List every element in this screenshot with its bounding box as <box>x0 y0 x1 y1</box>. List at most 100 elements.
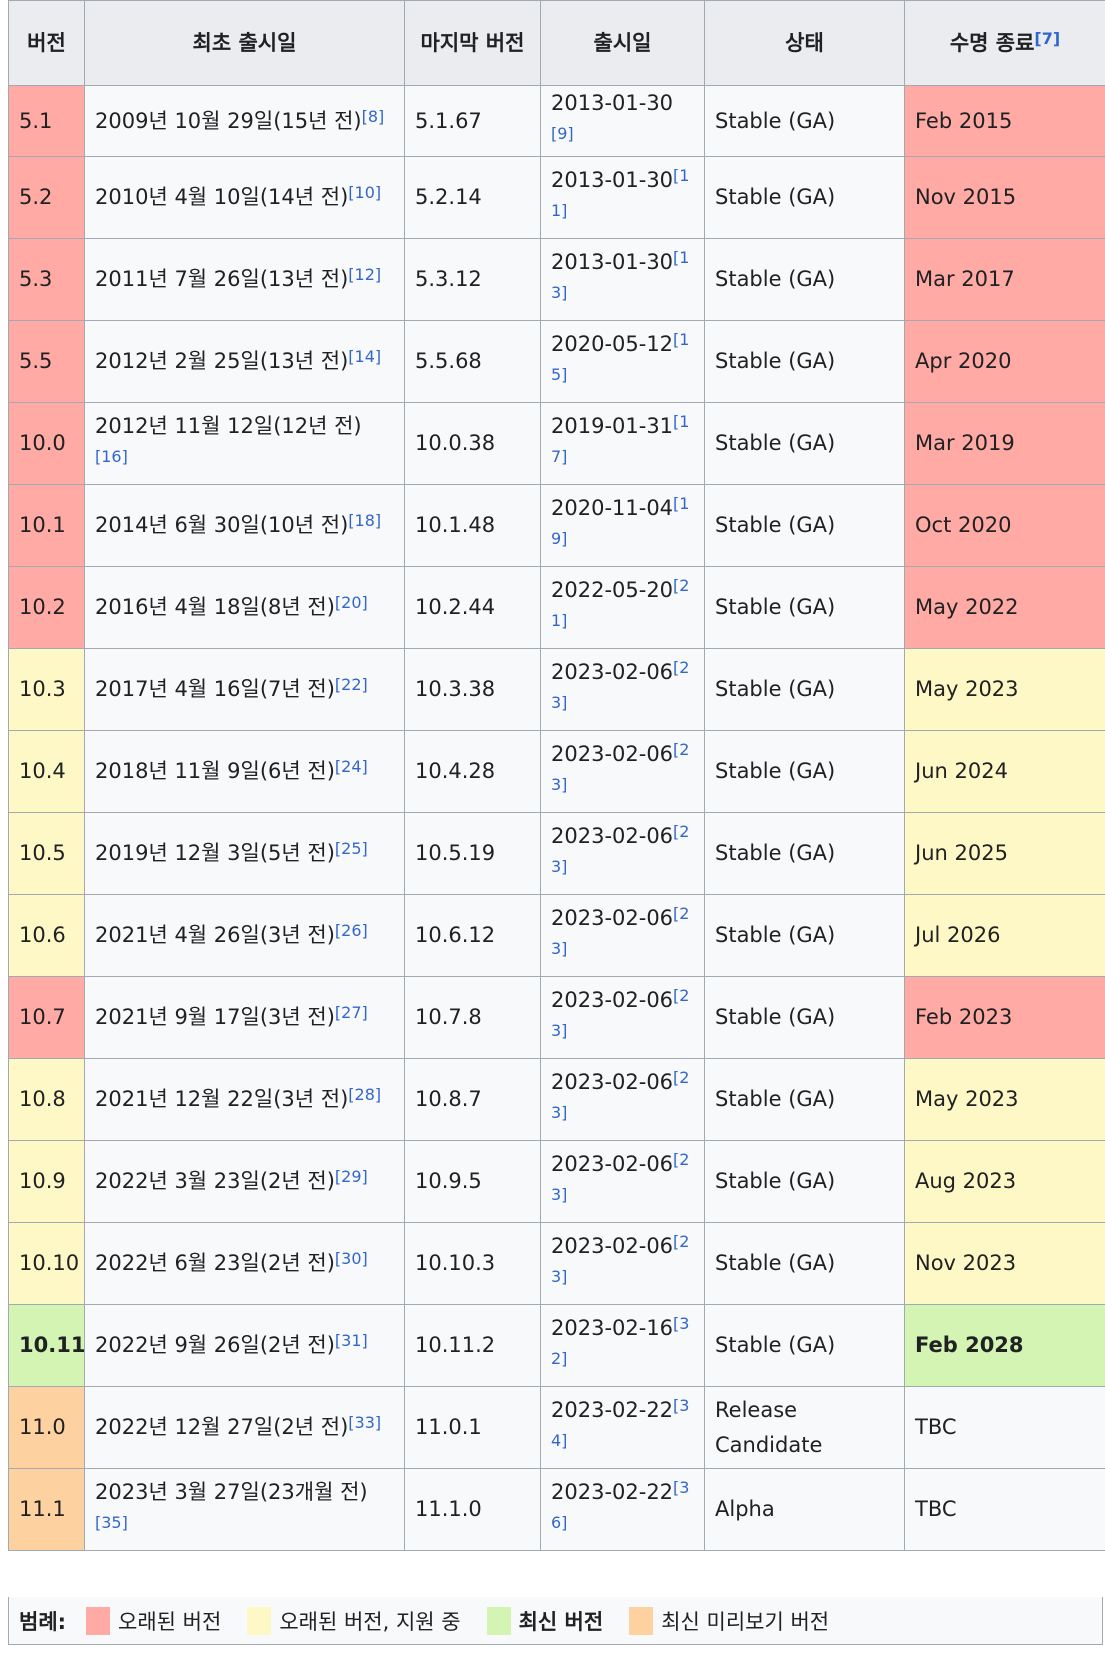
cell-release-date: 2023-02-06[23] <box>540 976 705 1059</box>
citation-link[interactable]: [30] <box>335 1249 368 1268</box>
citation-link[interactable]: [33] <box>348 1413 381 1432</box>
table-row: 10.2 2016년 4월 18일(8년 전)[20] 10.2.44 2022-05… <box>8 566 1105 649</box>
cell-release-date: 2023-02-16[32] <box>540 1304 705 1387</box>
initial-release-text: 2022년 12월 27일(2년 전) <box>95 1415 349 1439</box>
release-date-text: 2023-02-06 <box>551 987 674 1012</box>
cell-eol: Feb 2015 <box>904 85 1105 157</box>
citation-link[interactable]: [18] <box>348 511 381 530</box>
citation-link[interactable]: [8] <box>362 107 385 126</box>
release-date-text: 2023-02-16 <box>551 1315 674 1340</box>
table-row: 10.0 2012년 11월 12일(12년 전)[16] 10.0.38 2019-… <box>8 402 1105 485</box>
citation-link[interactable]: [28] <box>348 1085 381 1104</box>
table-row: 10.3 2017년 4월 16일(7년 전)[22] 10.3.38 2023-02… <box>8 648 1105 731</box>
cell-version: 5.1 <box>8 85 85 157</box>
citation-link[interactable]: [9] <box>551 124 574 143</box>
cell-release-date: 2023-02-06[23] <box>540 648 705 731</box>
cell-status: Stable (GA) <box>704 85 905 157</box>
table-row: 10.4 2018년 11월 9일(6년 전)[24] 10.4.28 2023-02… <box>8 730 1105 813</box>
header-initial-release[interactable]: 최초 출시일 <box>84 0 405 86</box>
cell-initial-release: 2022년 3월 23일(2년 전)[29] <box>84 1140 405 1223</box>
cell-initial-release: 2021년 4월 26일(3년 전)[26] <box>84 894 405 977</box>
release-date-text: 2020-11-04 <box>551 495 674 520</box>
table-row: 10.11 2022년 9월 26일(2년 전)[31] 10.11.2 2023-0… <box>8 1304 1105 1387</box>
citation-link[interactable]: [16] <box>95 447 128 466</box>
cell-release-date: 2023-02-22[34] <box>540 1386 705 1469</box>
cell-eol: Jul 2026 <box>904 894 1105 977</box>
citation-link[interactable]: [26] <box>335 921 368 940</box>
cell-eol: Jun 2025 <box>904 812 1105 895</box>
cell-version: 10.8 <box>8 1058 85 1141</box>
legend-item-supported: 오래된 버전, 지원 중 <box>247 1606 461 1636</box>
cell-eol: Mar 2017 <box>904 238 1105 321</box>
initial-release-text: 2021년 12월 22일(3년 전) <box>95 1087 349 1111</box>
cell-initial-release: 2012년 11월 12일(12년 전) [16] <box>84 402 405 485</box>
legend-swatch-current <box>486 1606 511 1635</box>
table-row: 10.7 2021년 9월 17일(3년 전)[27] 10.7.8 2023-02-… <box>8 976 1105 1059</box>
cell-status: Stable (GA) <box>704 1222 905 1305</box>
initial-release-text: 2019년 12월 3일(5년 전) <box>95 841 335 865</box>
citation-link[interactable]: [20] <box>335 593 368 612</box>
cell-status: Stable (GA) <box>704 812 905 895</box>
table-row: 10.8 2021년 12월 22일(3년 전)[28] 10.8.7 2023-02… <box>8 1058 1105 1141</box>
cell-version: 10.7 <box>8 976 85 1059</box>
header-row: 버전 최초 출시일 마지막 버전 출시일 상태 수명 종료[7] <box>8 0 1105 86</box>
initial-release-text: 2010년 4월 10일(14년 전) <box>95 185 349 209</box>
cell-latest-version: 10.4.28 <box>404 730 541 813</box>
citation-link[interactable]: [31] <box>335 1331 368 1350</box>
table-row: 5.2 2010년 4월 10일(14년 전)[10] 5.2.14 2013-01-… <box>8 156 1105 239</box>
legend-text-old: 오래된 버전 <box>118 1609 222 1634</box>
cell-version: 11.0 <box>8 1386 85 1469</box>
cell-release-date: 2013-01-30[11] <box>540 156 705 239</box>
citation-link[interactable]: [27] <box>335 1003 368 1022</box>
cell-version: 10.0 <box>8 402 85 485</box>
header-latest-version[interactable]: 마지막 버전 <box>404 0 541 86</box>
cell-release-date: 2023-02-06[23] <box>540 894 705 977</box>
cell-initial-release: 2017년 4월 16일(7년 전)[22] <box>84 648 405 731</box>
cell-initial-release: 2022년 6월 23일(2년 전)[30] <box>84 1222 405 1305</box>
cell-release-date: 2013-01-30 [9] <box>540 85 705 157</box>
cell-release-date: 2022-05-20[21] <box>540 566 705 649</box>
cell-latest-version: 10.1.48 <box>404 484 541 567</box>
citation-link[interactable]: [25] <box>335 839 368 858</box>
cell-eol: TBC <box>904 1468 1105 1551</box>
cell-initial-release: 2010년 4월 10일(14년 전)[10] <box>84 156 405 239</box>
release-date-text: 2013-01-30 <box>551 167 674 192</box>
release-table: 버전 최초 출시일 마지막 버전 출시일 상태 수명 종료[7] 5.1 2009… <box>8 0 1105 1551</box>
cell-latest-version: 10.3.38 <box>404 648 541 731</box>
citation-link[interactable]: [14] <box>348 347 381 366</box>
cell-latest-version: 5.1.67 <box>404 85 541 157</box>
initial-release-text: 2022년 3월 23일(2년 전) <box>95 1169 335 1193</box>
initial-release-text: 2012년 11월 12일(12년 전) <box>95 413 362 438</box>
header-release-date[interactable]: 출시일 <box>540 0 705 86</box>
cell-release-date: 2023-02-06[23] <box>540 1140 705 1223</box>
cell-initial-release: 2021년 12월 22일(3년 전)[28] <box>84 1058 405 1141</box>
citation-link[interactable]: [24] <box>335 757 368 776</box>
cell-latest-version: 5.3.12 <box>404 238 541 321</box>
cell-latest-version: 10.8.7 <box>404 1058 541 1141</box>
citation-link[interactable]: [22] <box>335 675 368 694</box>
citation-link[interactable]: [7] <box>1034 29 1060 48</box>
cell-eol: Feb 2028 <box>904 1304 1105 1387</box>
release-date-text: 2023-02-06 <box>551 659 674 684</box>
cell-status: Stable (GA) <box>704 976 905 1059</box>
cell-latest-version: 10.0.38 <box>404 402 541 485</box>
cell-version: 10.5 <box>8 812 85 895</box>
citation-link[interactable]: [10] <box>348 183 381 202</box>
cell-eol: Nov 2015 <box>904 156 1105 239</box>
table-row: 11.0 2022년 12월 27일(2년 전)[33] 11.0.1 2023-02… <box>8 1386 1105 1469</box>
header-eol[interactable]: 수명 종료[7] <box>904 0 1105 86</box>
initial-release-text: 2021년 4월 26일(3년 전) <box>95 923 335 947</box>
cell-eol: Jun 2024 <box>904 730 1105 813</box>
initial-release-text: 2016년 4월 18일(8년 전) <box>95 595 335 619</box>
header-status[interactable]: 상태 <box>704 0 905 86</box>
legend-text-current: 최신 버전 <box>518 1609 604 1634</box>
cell-eol: May 2022 <box>904 566 1105 649</box>
citation-link[interactable]: [12] <box>348 265 381 284</box>
initial-release-text: 2018년 11월 9일(6년 전) <box>95 759 335 783</box>
release-date-text: 2023-02-06 <box>551 905 674 930</box>
citation-link[interactable]: [35] <box>95 1513 128 1532</box>
initial-release-text: 2012년 2월 25일(13년 전) <box>95 349 349 373</box>
citation-link[interactable]: [29] <box>335 1167 368 1186</box>
cell-version: 5.3 <box>8 238 85 321</box>
header-version[interactable]: 버전 <box>8 0 85 86</box>
